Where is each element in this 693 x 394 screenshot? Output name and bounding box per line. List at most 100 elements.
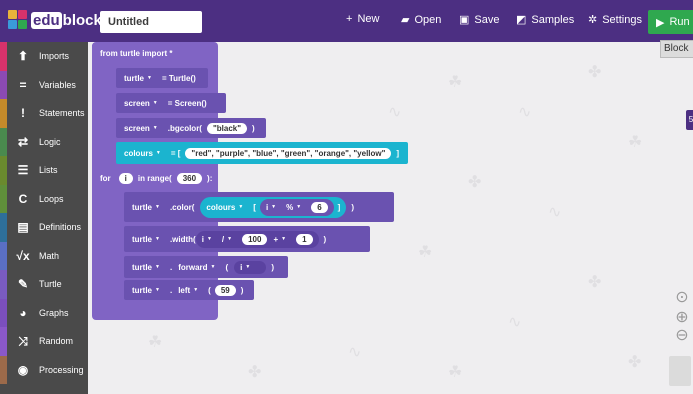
- colours-list-block[interactable]: colours = [ "red", "purple", "blue", "gr…: [116, 142, 408, 164]
- open-paren: (: [208, 285, 211, 295]
- top-bar: edublocks +New ▰Open ▣Save ◩Samples ✲Set…: [0, 0, 693, 42]
- background-doodle: ∿: [518, 104, 532, 121]
- for-loop-block[interactable]: for i in range( 360 ):: [92, 168, 218, 188]
- colours-var-dropdown[interactable]: colours: [206, 203, 243, 212]
- color-call: .color(: [169, 202, 195, 212]
- save-button[interactable]: ▣ Save: [459, 13, 499, 27]
- method-left-dropdown[interactable]: left: [178, 286, 198, 295]
- category-stripe: [0, 184, 7, 213]
- turtle-assign-block[interactable]: turtle = Turtle(): [116, 68, 208, 88]
- sidebar-item-math[interactable]: √x Math: [0, 241, 88, 270]
- background-doodle: ☘: [628, 134, 643, 151]
- sidebar-item-loops[interactable]: C Loops: [0, 184, 88, 213]
- method-forward-dropdown[interactable]: forward: [178, 263, 215, 272]
- sidebar-item-logic[interactable]: ⇄ Logic: [0, 127, 88, 156]
- sidebar-item-label: Imports: [39, 51, 70, 62]
- modulo-op-dropdown[interactable]: %: [286, 203, 301, 212]
- trash-icon[interactable]: [669, 356, 691, 386]
- range-value[interactable]: 360: [176, 172, 203, 184]
- loop-body: [92, 188, 106, 306]
- new-button[interactable]: + New: [346, 13, 379, 25]
- sidebar-item-graphs[interactable]: ◕ Graphs: [0, 298, 88, 327]
- divide-op-dropdown[interactable]: /: [222, 235, 232, 244]
- zoom-in-icon[interactable]: ⊕: [672, 307, 692, 327]
- import-block[interactable]: from turtle import *: [92, 44, 177, 63]
- sidebar-item-label: Turtle: [39, 279, 62, 290]
- open-button[interactable]: ▰ Open: [401, 13, 441, 27]
- turtle-var-dropdown[interactable]: turtle: [132, 263, 160, 272]
- sidebar-item-lists[interactable]: ☰ Lists: [0, 156, 88, 185]
- forward-arg[interactable]: i: [234, 260, 267, 274]
- modulo-expr[interactable]: i % 6: [259, 198, 334, 216]
- category-stripe: [0, 156, 7, 185]
- background-doodle: ✤: [588, 64, 602, 81]
- turtle-var-dropdown[interactable]: turtle: [132, 286, 160, 295]
- sidebar-item-definitions[interactable]: ▤ Definitions: [0, 213, 88, 242]
- background-doodle: ∿: [388, 104, 402, 121]
- divide-value[interactable]: 100: [242, 233, 268, 245]
- category-stripe: [0, 99, 7, 128]
- screen-constructor: = Screen(): [167, 98, 207, 108]
- screen-var-dropdown[interactable]: screen: [124, 124, 158, 133]
- bgcolor-block[interactable]: screen .bgcolor( "black" ): [116, 118, 266, 138]
- colours-list-values[interactable]: "red", "purple", "blue", "green", "orang…: [185, 147, 392, 159]
- turtle-var-dropdown[interactable]: turtle: [132, 235, 160, 244]
- turtle-var-dropdown[interactable]: turtle: [132, 203, 160, 212]
- background-doodle: ∿: [348, 344, 362, 361]
- left-value[interactable]: 59: [214, 284, 236, 296]
- plus-op-dropdown[interactable]: +: [273, 235, 286, 244]
- category-stripe: [0, 42, 7, 71]
- upload-icon: ⬆: [17, 49, 29, 64]
- shuffle-icon: ⤨: [18, 333, 28, 348]
- sidebar-item-processing[interactable]: ◉ Processing: [0, 355, 88, 384]
- category-stripe: [0, 70, 7, 99]
- close-paren: ): [271, 262, 275, 272]
- turtle-var-dropdown[interactable]: turtle: [124, 74, 152, 83]
- loop-var-dropdown[interactable]: i: [266, 203, 276, 212]
- screen-assign-block[interactable]: screen = Screen(): [116, 93, 226, 113]
- plus-value[interactable]: 1: [296, 233, 313, 245]
- background-doodle: ✤: [468, 174, 482, 191]
- run-button[interactable]: ▶ Run: [648, 10, 693, 34]
- turtle-constructor: = Turtle(): [161, 73, 196, 83]
- sidebar-item-turtle[interactable]: ✎ Turtle: [0, 270, 88, 299]
- sqrt-icon: √x: [16, 248, 30, 263]
- width-call-block[interactable]: turtle .width( i / 100 + 1 ): [124, 226, 370, 252]
- sidebar-item-label: Processing: [39, 364, 84, 375]
- settings-button[interactable]: ✲ Settings: [588, 13, 642, 27]
- width-call: .width(: [169, 234, 196, 244]
- close-paren: ): [252, 123, 255, 133]
- loop-icon: C: [18, 191, 28, 206]
- color-call-block[interactable]: turtle .color( colours [ i % 6 ] ): [124, 192, 394, 222]
- modulo-value[interactable]: 6: [311, 201, 328, 213]
- logo-text: edu blocks: [31, 11, 111, 29]
- category-stripe: [0, 327, 7, 356]
- left-call-block[interactable]: turtle . left ( 59 ): [124, 280, 254, 300]
- samples-button[interactable]: ◩ Samples: [516, 13, 574, 27]
- center-icon[interactable]: ⊙: [672, 287, 692, 307]
- side-toggle-icon[interactable]: 5: [686, 110, 693, 130]
- background-doodle: ☘: [448, 74, 463, 91]
- forward-call-block[interactable]: turtle . forward ( i ): [124, 256, 288, 278]
- block-view-tab[interactable]: Block: [660, 40, 693, 58]
- colours-index-expr[interactable]: colours [ i % 6 ]: [200, 196, 347, 218]
- pencil-icon: ✎: [17, 277, 29, 292]
- sidebar-item-random[interactable]: ⤨ Random: [0, 327, 88, 356]
- zoom-out-icon[interactable]: ⊖: [672, 325, 692, 345]
- bgcolor-value[interactable]: "black": [206, 122, 248, 134]
- sidebar-item-imports[interactable]: ⬆ Imports: [0, 42, 88, 71]
- sidebar-item-label: Variables: [39, 79, 76, 90]
- project-title-input[interactable]: [100, 11, 202, 33]
- sidebar-item-label: Graphs: [39, 307, 69, 318]
- width-expr[interactable]: i / 100 + 1: [195, 230, 319, 248]
- screen-var-dropdown[interactable]: screen: [124, 99, 158, 108]
- sidebar-item-variables[interactable]: = Variables: [0, 70, 88, 99]
- colours-var-dropdown[interactable]: colours: [124, 149, 161, 158]
- loop-var-pill[interactable]: i: [118, 172, 133, 184]
- close-paren: ): [240, 285, 244, 295]
- arrows-icon: ⇄: [17, 134, 29, 149]
- loop-var-dropdown[interactable]: i: [240, 263, 250, 272]
- sidebar-item-statements[interactable]: ! Statements: [0, 99, 88, 128]
- folder-icon: ▰: [401, 14, 410, 26]
- loop-var-dropdown[interactable]: i: [202, 235, 212, 244]
